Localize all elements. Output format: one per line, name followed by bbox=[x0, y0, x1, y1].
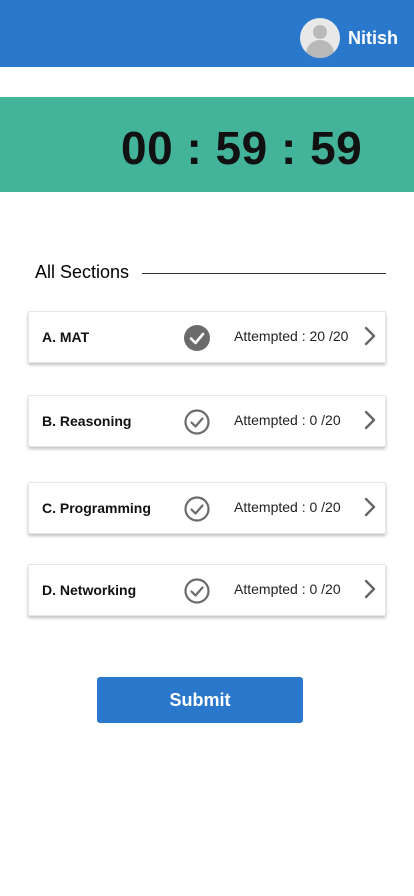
section-name: C. Programming bbox=[42, 500, 151, 516]
chevron-right-icon[interactable] bbox=[363, 579, 377, 599]
chevron-right-icon[interactable] bbox=[363, 410, 377, 430]
chevron-right-icon[interactable] bbox=[363, 497, 377, 517]
attempted-count: Attempted : 20 /20 bbox=[234, 328, 349, 344]
chevron-right-icon[interactable] bbox=[363, 326, 377, 346]
section-card-reasoning[interactable]: B. Reasoning Attempted : 0 /20 bbox=[28, 395, 386, 447]
page: Nitish 00 : 59 : 59 All Sections A. MAT … bbox=[0, 0, 414, 896]
user-profile[interactable]: Nitish bbox=[299, 18, 398, 58]
section-name: D. Networking bbox=[42, 582, 137, 598]
section-card-networking[interactable]: D. Networking Attempted : 0 /20 bbox=[28, 564, 386, 616]
submit-button[interactable]: Submit bbox=[97, 677, 303, 723]
check-circle-outline-icon bbox=[184, 409, 210, 435]
app-header: Nitish bbox=[0, 0, 414, 67]
check-circle-outline-icon bbox=[184, 496, 210, 522]
avatar-icon[interactable] bbox=[299, 18, 340, 58]
section-name: B. Reasoning bbox=[42, 413, 132, 429]
check-circle-filled-icon bbox=[184, 325, 210, 351]
section-name: A. MAT bbox=[42, 329, 90, 345]
username: Nitish bbox=[347, 27, 398, 48]
check-circle-outline-icon bbox=[184, 578, 210, 604]
sections-heading: All Sections bbox=[35, 262, 130, 282]
section-card-mat[interactable]: A. MAT Attempted : 20 /20 bbox=[28, 311, 386, 363]
section-card-programming[interactable]: C. Programming Attempted : 0 /20 bbox=[28, 482, 386, 534]
countdown-timer: 00 : 59 : 59 bbox=[121, 122, 363, 174]
sections-divider bbox=[142, 273, 386, 274]
attempted-count: Attempted : 0 /20 bbox=[234, 499, 341, 515]
attempted-count: Attempted : 0 /20 bbox=[234, 581, 341, 597]
attempted-count: Attempted : 0 /20 bbox=[234, 412, 341, 428]
